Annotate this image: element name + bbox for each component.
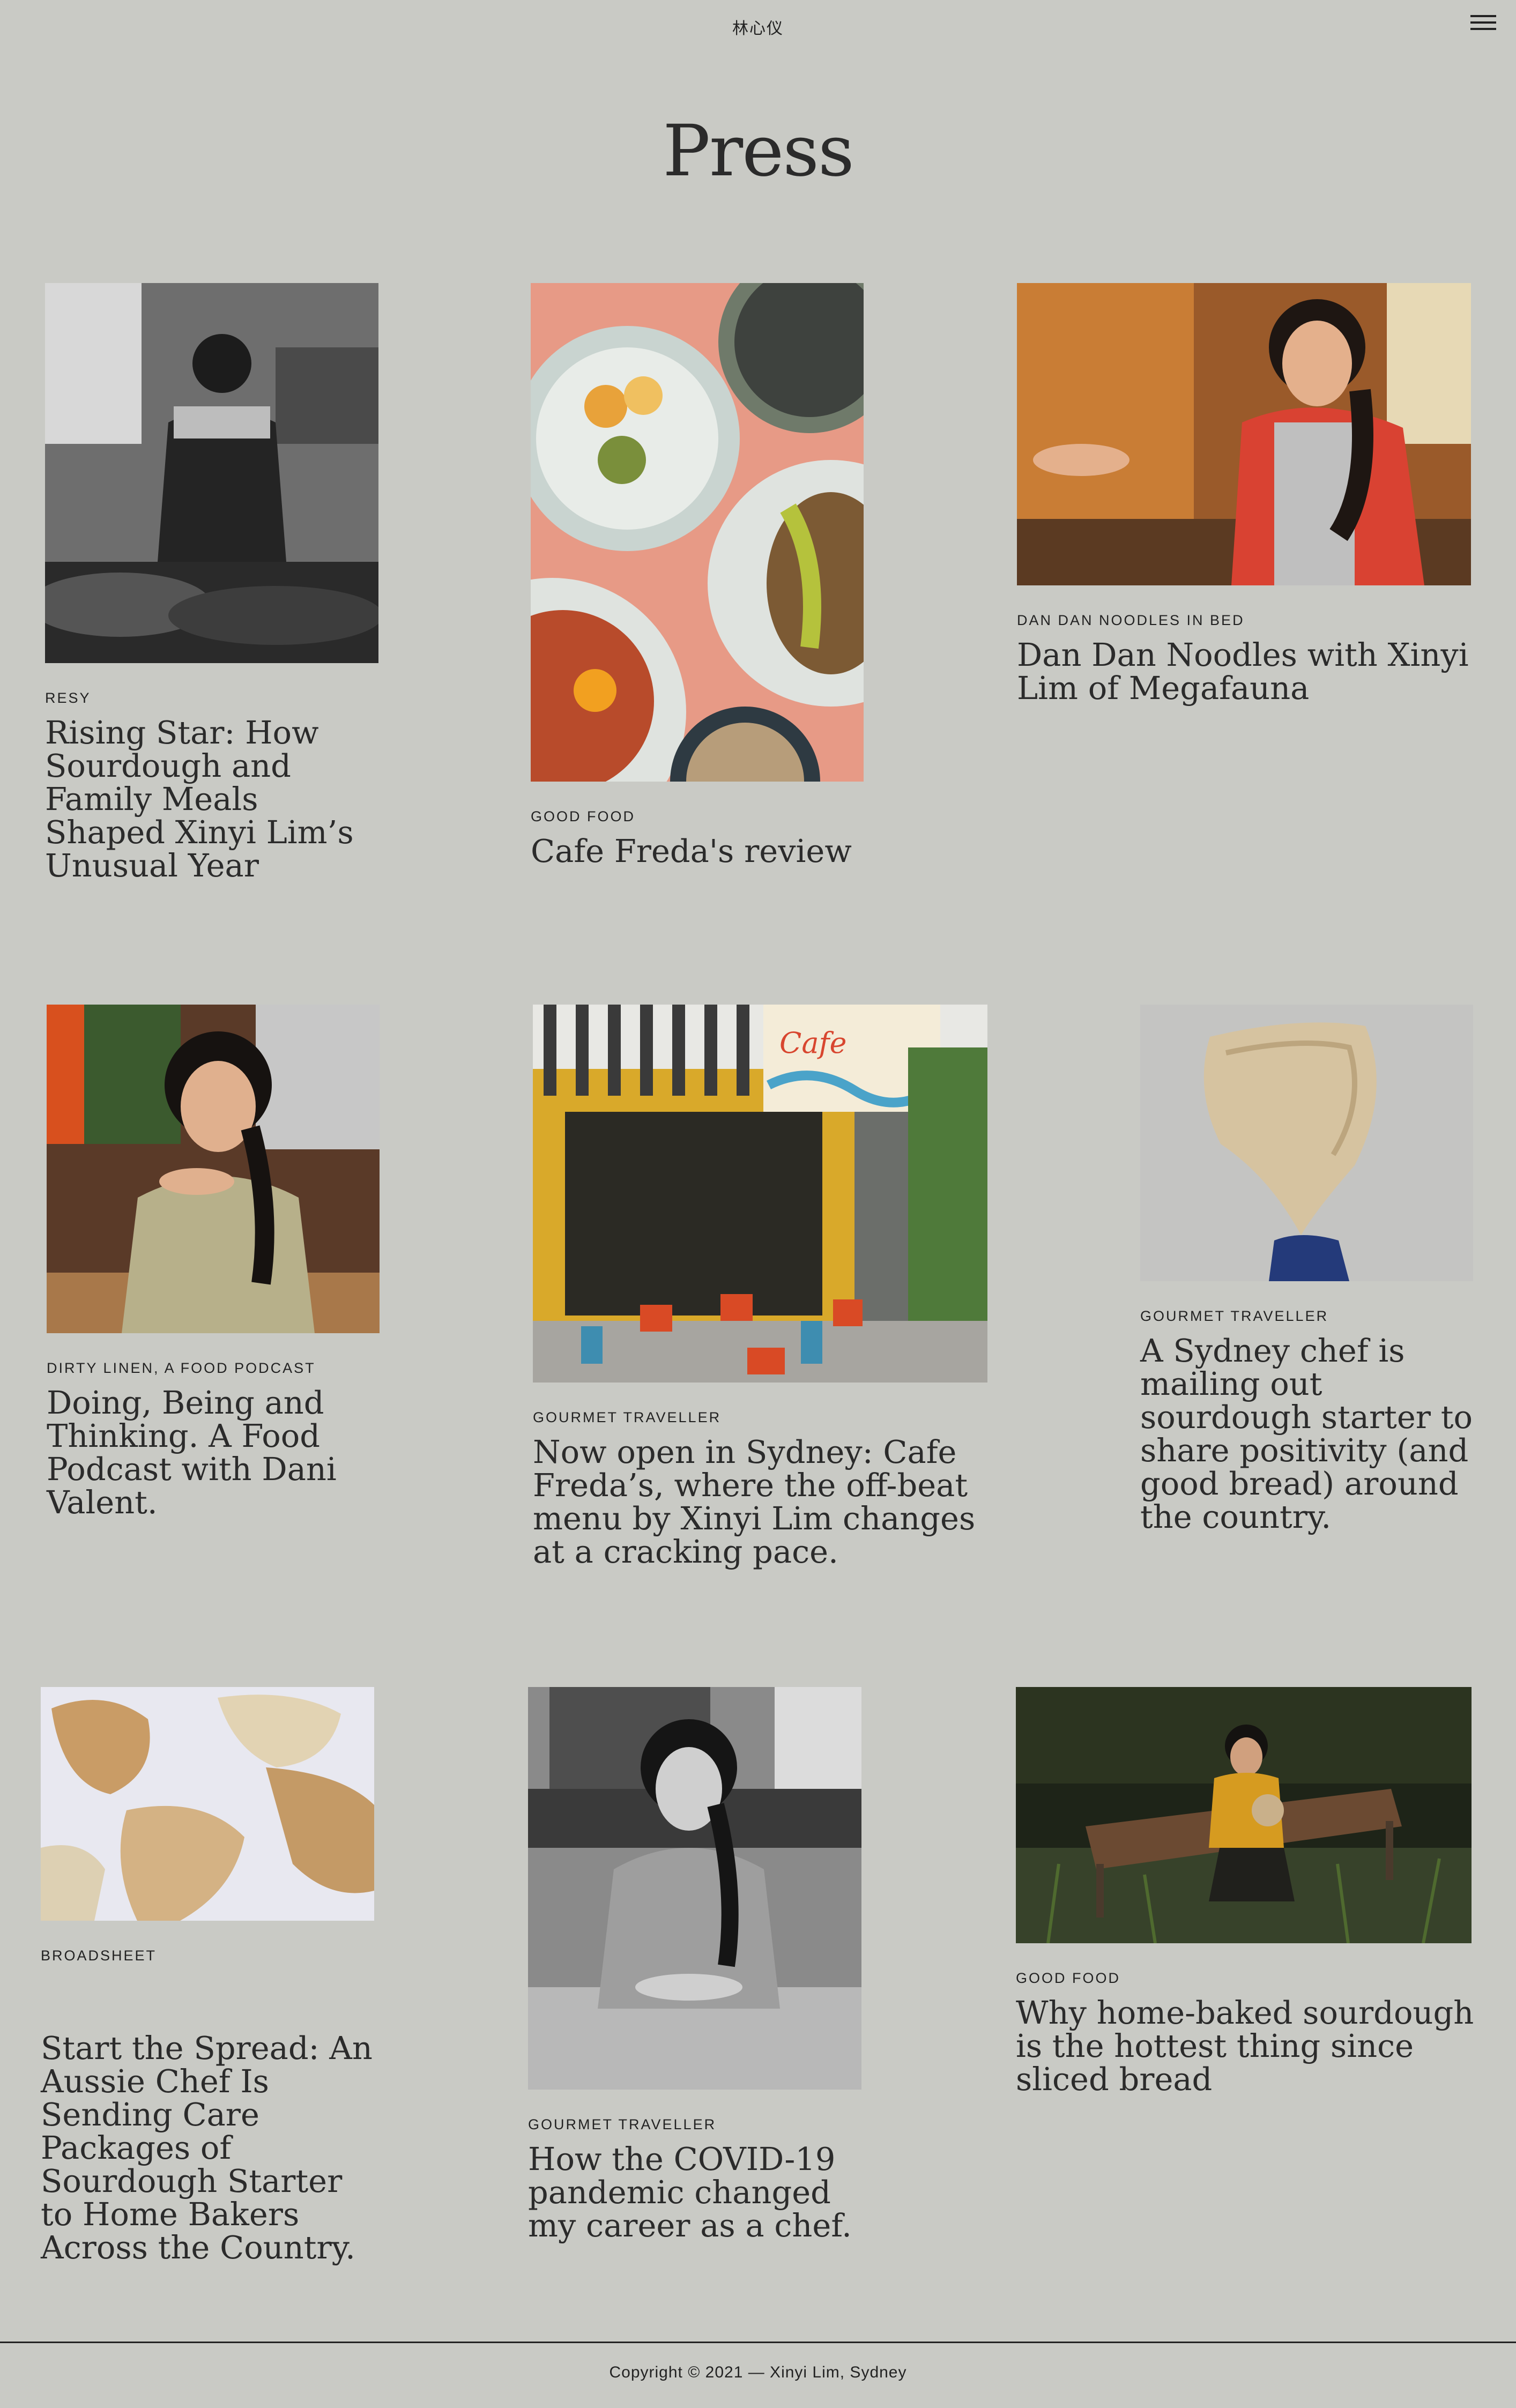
article-source: Dirty Linen, A Food Podcast	[47, 1360, 316, 1376]
article-headline[interactable]: Why home-baked sourdough is the hottest …	[1016, 1996, 1477, 2096]
article-headline[interactable]: Start the Spread: An Aussie Chef Is Send…	[41, 2032, 384, 2264]
article-source: Dan Dan Noodles in Bed	[1017, 612, 1245, 628]
press-card[interactable]: Gourmet Traveller A Sydney chef is maili…	[1140, 1005, 1483, 1534]
press-card[interactable]: Good Food Why home-baked sourdough is th…	[1016, 1687, 1477, 2096]
chef-seated-bw-photo[interactable]	[528, 1687, 861, 2090]
press-card[interactable]: Gourmet Traveller How the COVID-19 pande…	[528, 1687, 871, 2242]
article-headline[interactable]: Now open in Sydney: Cafe Freda’s, where …	[533, 1436, 994, 1569]
press-card[interactable]: Broadsheet Start the Spread: An Aussie C…	[41, 1687, 384, 2264]
sourdough-flakes-photo[interactable]	[41, 1687, 374, 1921]
article-source: Gourmet Traveller	[533, 1409, 722, 1425]
plated-dishes-overhead-photo[interactable]	[531, 283, 864, 782]
article-source: Good Food	[531, 808, 635, 824]
chef-on-park-bench-photo[interactable]	[1016, 1687, 1472, 1943]
press-card[interactable]: Dan Dan Noodles in Bed Dan Dan Noodles w…	[1017, 283, 1473, 705]
article-headline[interactable]: How the COVID-19 pandemic changed my car…	[528, 2143, 871, 2242]
press-card[interactable]: Good Food Cafe Freda's review	[531, 283, 864, 868]
article-source: Resy	[45, 690, 91, 706]
dried-sourdough-starter-photo[interactable]	[1140, 1005, 1473, 1281]
article-source: Good Food	[1016, 1970, 1120, 1986]
press-card[interactable]: Cafe Gourmet Traveller Now open in Sydne…	[533, 1005, 994, 1569]
article-source: Broadsheet	[41, 1948, 157, 1964]
article-headline[interactable]: A Sydney chef is mailing out sourdough s…	[1140, 1334, 1483, 1534]
footer-copyright: Copyright © 2021 — Xinyi Lim, Sydney	[609, 2364, 907, 2381]
article-headline[interactable]: Doing, Being and Thinking. A Food Podcas…	[47, 1386, 390, 1519]
chef-cooking-bw-photo[interactable]	[45, 283, 378, 663]
article-headline[interactable]: Cafe Freda's review	[531, 835, 863, 868]
article-source: Gourmet Traveller	[1140, 1308, 1329, 1324]
article-headline[interactable]: Dan Dan Noodles with Xinyi Lim of Megafa…	[1017, 638, 1473, 705]
page-title: Press	[663, 110, 854, 192]
cafe-freda-storefront-photo[interactable]: Cafe	[533, 1005, 987, 1383]
chef-portrait-kitchen-photo[interactable]	[47, 1005, 380, 1333]
footer-divider	[0, 2342, 1516, 2343]
site-title[interactable]: 林心仪	[0, 15, 1516, 39]
press-card[interactable]: Resy Rising Star: How Sourdough and Fami…	[45, 283, 388, 882]
article-source: Gourmet Traveller	[528, 2116, 717, 2132]
article-headline[interactable]: Rising Star: How Sourdough and Family Me…	[45, 716, 388, 882]
press-card[interactable]: Dirty Linen, A Food Podcast Doing, Being…	[47, 1005, 390, 1519]
chef-laughing-kitchen-photo[interactable]	[1017, 283, 1471, 585]
svg-text:Cafe: Cafe	[779, 1026, 846, 1060]
hamburger-menu-icon[interactable]	[1470, 14, 1496, 32]
